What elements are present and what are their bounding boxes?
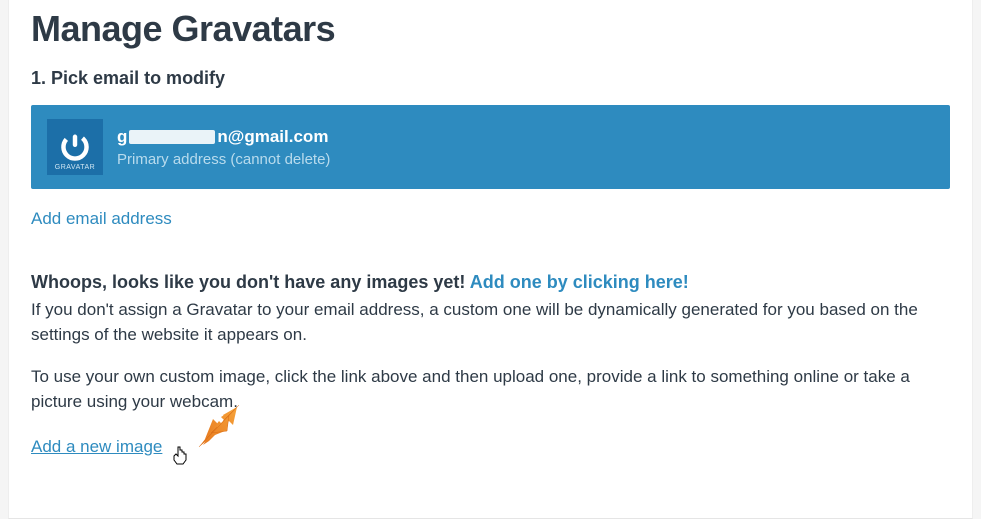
- cursor-icon: [173, 446, 189, 466]
- add-one-link[interactable]: Add one by clicking here!: [470, 272, 689, 292]
- email-suffix: n@gmail.com: [217, 127, 328, 147]
- info-paragraph-1: If you don't assign a Gravatar to your e…: [31, 298, 950, 347]
- email-prefix: g: [117, 127, 127, 147]
- whoops-message: Whoops, looks like you don't have any im…: [31, 269, 950, 296]
- info-paragraph-2: To use your own custom image, click the …: [31, 365, 950, 414]
- page-container: Manage Gravatars 1. Pick email to modify…: [8, 0, 973, 519]
- add-new-image-link[interactable]: Add a new image: [31, 437, 162, 457]
- gravatar-icon: [59, 131, 91, 163]
- email-redacted: [129, 130, 215, 144]
- avatar-label: GRAVATAR: [55, 164, 95, 171]
- gravatar-avatar: GRAVATAR: [47, 119, 103, 175]
- email-info: g n@gmail.com Primary address (cannot de…: [117, 127, 330, 168]
- whoops-bold: Whoops, looks like you don't have any im…: [31, 272, 470, 292]
- email-subtitle: Primary address (cannot delete): [117, 151, 330, 168]
- step-heading: 1. Pick email to modify: [31, 68, 950, 89]
- email-card[interactable]: GRAVATAR g n@gmail.com Primary address (…: [31, 105, 950, 189]
- email-address: g n@gmail.com: [117, 127, 330, 147]
- page-title: Manage Gravatars: [31, 0, 950, 50]
- add-email-link[interactable]: Add email address: [31, 209, 172, 229]
